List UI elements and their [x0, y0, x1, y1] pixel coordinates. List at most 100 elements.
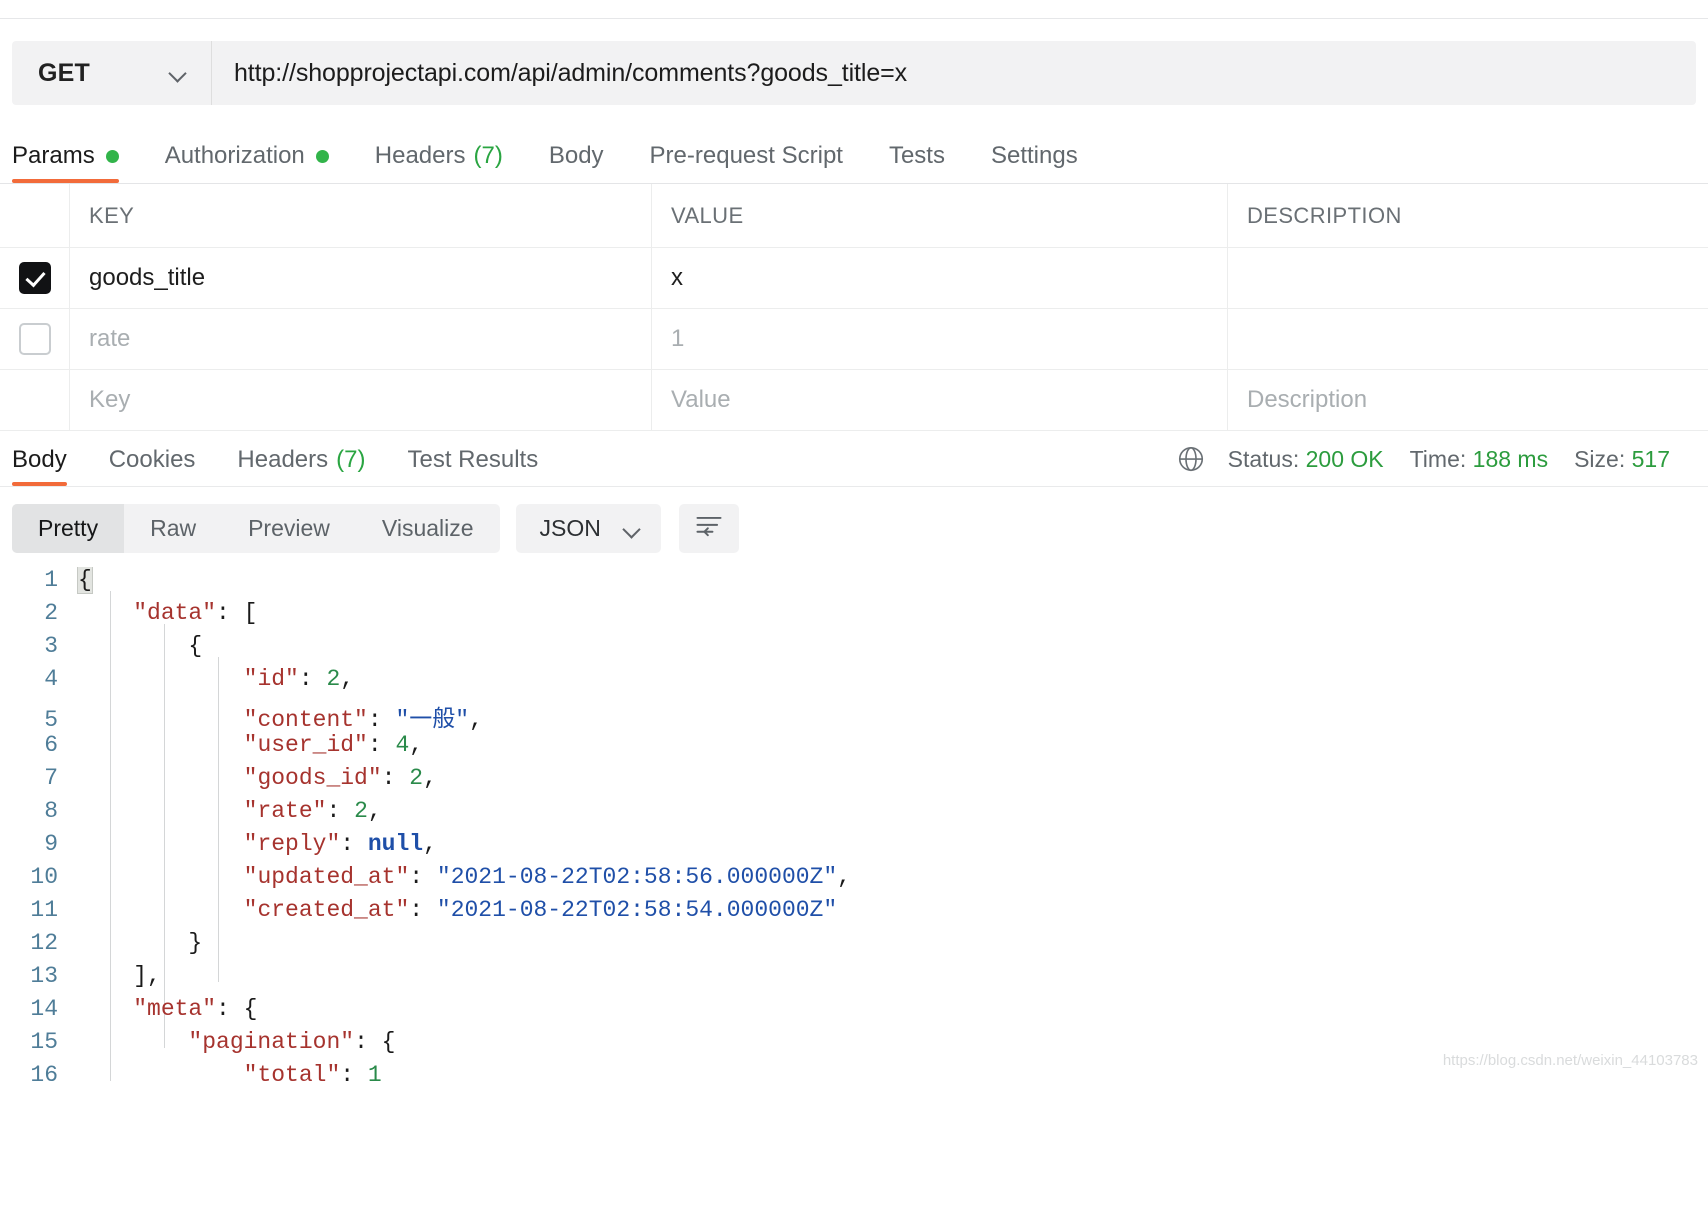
line-number: 5 [44, 707, 58, 733]
http-method-label: GET [38, 58, 90, 87]
code-line-content: "id": 2, [78, 666, 354, 692]
tab-settings-label: Settings [990, 142, 1078, 169]
new-param-key-input: Key [89, 386, 131, 413]
response-tab-test-results-label: Test Results [407, 446, 539, 473]
param-enabled-checkbox[interactable] [18, 323, 51, 355]
code-lines: 1{2 "data": [3 {4 "id": 2, 5 "content": "… [0, 567, 1708, 1095]
row-value-cell[interactable]: 1 [652, 309, 1228, 369]
query-params-table: KEY VALUE DESCRIPTION goods_title x rate [0, 183, 1708, 431]
code-line: 8 "rate": 2, [0, 798, 1708, 831]
code-token: , [469, 707, 483, 733]
response-body-code-viewer[interactable]: 1{2 "data": [3 {4 "id": 2, 5 "content": "… [0, 567, 1708, 1095]
response-tab-headers-label: Headers [237, 446, 329, 473]
line-number: 13 [30, 963, 58, 989]
code-token: : [381, 765, 410, 791]
line-number: 16 [30, 1062, 58, 1088]
code-token: : [326, 798, 355, 824]
tab-body[interactable]: Body [549, 142, 604, 183]
view-mode-visualize[interactable]: Visualize [356, 504, 500, 553]
tab-pre-request-script[interactable]: Pre-request Script [650, 142, 843, 183]
line-number: 9 [44, 831, 58, 857]
tab-body-label: Body [548, 142, 604, 169]
column-header-key: KEY [89, 202, 135, 228]
code-token: : [ [216, 600, 258, 626]
chevron-down-icon [623, 520, 641, 538]
param-enabled-checkbox[interactable] [18, 262, 51, 294]
tab-headers[interactable]: Headers (7) [375, 142, 503, 183]
tab-tests[interactable]: Tests [889, 142, 945, 183]
view-mode-preview[interactable]: Preview [222, 504, 356, 553]
code-line-content: "rate": 2, [78, 798, 382, 824]
header-cell-value: VALUE [652, 184, 1228, 247]
code-line-content: "pagination": { [78, 1029, 395, 1055]
response-format-dropdown[interactable]: JSON [515, 504, 661, 553]
table-row-empty: Key Value Description [0, 370, 1708, 431]
tab-authorization[interactable]: Authorization [165, 142, 329, 183]
time-badge[interactable]: Time: 188 ms [1410, 446, 1548, 473]
row-key-cell[interactable]: rate [70, 309, 652, 369]
code-token: : [409, 864, 437, 890]
row-description-cell[interactable] [1228, 248, 1708, 308]
params-modified-dot-icon [105, 149, 119, 163]
row-description-cell[interactable] [1228, 309, 1708, 369]
code-line-content: "user_id": 4, [78, 732, 423, 758]
code-token: "updated_at" [243, 864, 410, 890]
response-body-toolbar: Pretty Raw Preview Visualize JSON [0, 487, 1708, 553]
authorization-modified-dot-icon [315, 149, 329, 163]
status-label: Status: [1227, 445, 1300, 472]
view-mode-pretty[interactable]: Pretty [12, 504, 125, 553]
line-number: 3 [44, 633, 58, 659]
table-row: goods_title x [0, 248, 1708, 309]
response-tab-test-results[interactable]: Test Results [407, 446, 538, 486]
code-line: 1{ [0, 567, 1708, 600]
code-token: : [409, 897, 437, 923]
param-value-input: x [671, 264, 683, 291]
code-line: 9 "reply": null, [0, 831, 1708, 864]
row-description-cell[interactable]: Description [1228, 370, 1708, 430]
response-tab-cookies[interactable]: Cookies [109, 446, 196, 486]
view-mode-raw[interactable]: Raw [124, 504, 222, 553]
code-line-content: "total": 1 [78, 1062, 382, 1088]
response-tab-headers[interactable]: Headers (7) [237, 446, 365, 486]
code-token: ], [78, 963, 161, 989]
code-token: null [367, 831, 424, 857]
row-value-cell[interactable]: x [652, 248, 1228, 308]
code-line-content: "data": [ [78, 600, 257, 626]
code-token: , [837, 864, 851, 890]
line-number: 1 [44, 567, 58, 593]
code-token: : [340, 831, 368, 857]
code-line: 7 "goods_id": 2, [0, 765, 1708, 798]
table-header-row: KEY VALUE DESCRIPTION [0, 184, 1708, 248]
size-badge[interactable]: Size: 517 [1574, 446, 1670, 473]
row-key-cell[interactable]: goods_title [70, 248, 652, 308]
param-key-input: rate [89, 325, 131, 352]
tab-settings[interactable]: Settings [991, 142, 1078, 183]
wrap-lines-button[interactable] [678, 504, 739, 553]
line-number: 2 [44, 600, 58, 626]
param-key-input: goods_title [89, 264, 206, 291]
http-method-dropdown[interactable]: GET [12, 41, 212, 105]
time-value: 188 ms [1472, 445, 1549, 472]
status-badge[interactable]: Status: 200 OK [1228, 446, 1384, 473]
time-label: Time: [1409, 445, 1467, 472]
tab-headers-label: Headers [374, 142, 466, 169]
line-number: 15 [30, 1029, 58, 1055]
code-line-content: "updated_at": "2021-08-22T02:58:56.00000… [78, 864, 851, 890]
tab-params[interactable]: Params [12, 142, 119, 183]
request-url-input[interactable]: http://shopprojectapi.com/api/admin/comm… [212, 41, 1696, 105]
response-tab-body[interactable]: Body [12, 446, 67, 486]
code-token: , [423, 765, 437, 791]
row-key-cell[interactable]: Key [70, 370, 652, 430]
code-line: 11 "created_at": "2021-08-22T02:58:54.00… [0, 897, 1708, 930]
tab-authorization-label: Authorization [164, 142, 305, 169]
row-value-cell[interactable]: Value [652, 370, 1228, 430]
code-token: , [409, 732, 424, 758]
code-line: 13 ], [0, 963, 1708, 996]
code-token: : { [354, 1029, 396, 1055]
